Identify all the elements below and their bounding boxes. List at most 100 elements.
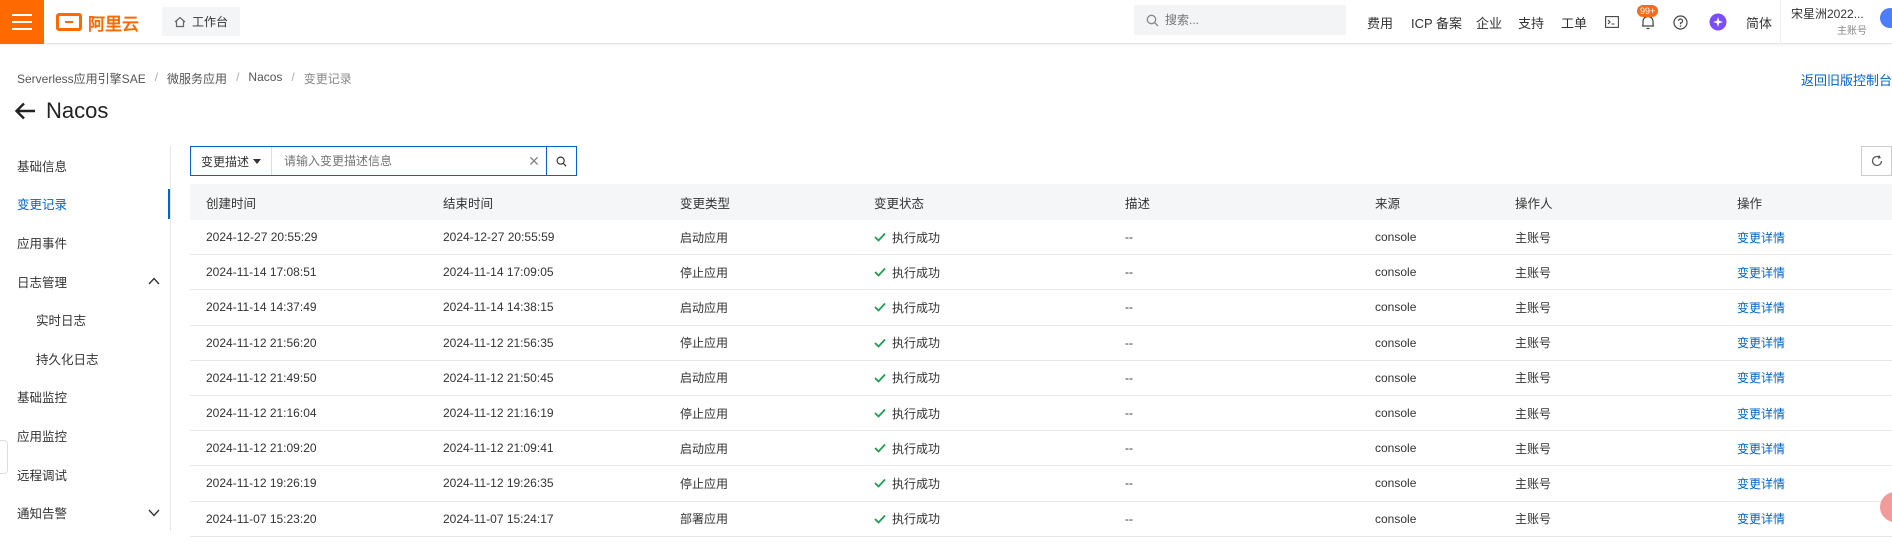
status-text: 执行成功 — [892, 512, 941, 527]
filter-field-select[interactable]: 变更描述 — [191, 147, 273, 175]
cell-source: console — [1359, 512, 1499, 526]
cell-operator-text: 主账号 — [1515, 512, 1552, 527]
cell-ended: 2024-11-14 17:09:05 — [427, 265, 664, 279]
cell-action[interactable]: 变更详情 — [1721, 369, 1892, 386]
cell-type: 停止应用 — [664, 405, 858, 422]
chevron-up-icon — [148, 277, 160, 285]
check-icon — [874, 303, 886, 313]
change-details-link[interactable]: 变更详情 — [1737, 477, 1785, 491]
change-details-link[interactable]: 变更详情 — [1737, 336, 1785, 350]
cell-status: 执行成功 — [858, 440, 1109, 457]
terminal-icon[interactable] — [1602, 12, 1622, 32]
cell-action[interactable]: 变更详情 — [1721, 299, 1892, 316]
cell-source-text: console — [1375, 511, 1417, 526]
sidebar-item-remote-debug[interactable]: 远程调试 — [0, 455, 170, 494]
sidebar-collapse-handle[interactable] — [0, 440, 8, 474]
cell-action[interactable]: 变更详情 — [1721, 440, 1892, 457]
cell-action[interactable]: 变更详情 — [1721, 475, 1892, 492]
user-account-menu[interactable]: 宋星洲2022... 主账号 — [1780, 0, 1892, 44]
sidebar-item-app-events[interactable]: 应用事件 — [0, 223, 170, 262]
nav-fees-label: 费用 — [1367, 15, 1394, 31]
sidebar-item-label: 持久化日志 — [36, 352, 99, 367]
cell-operator: 主账号 — [1499, 405, 1721, 422]
ai-assistant-icon[interactable] — [1708, 12, 1728, 32]
check-icon — [874, 373, 886, 383]
sidebar-item-realtime-log[interactable]: 实时日志 — [0, 300, 170, 339]
nav-fees[interactable]: 费用 — [1367, 0, 1393, 44]
cell-ended-text: 2024-11-14 14:38:15 — [443, 300, 554, 315]
caret-down-icon — [253, 158, 262, 164]
refresh-button[interactable] — [1861, 146, 1892, 176]
change-details-link[interactable]: 变更详情 — [1737, 512, 1785, 526]
sidebar-item-label: 通知告警 — [17, 507, 68, 522]
status-success: 执行成功 — [874, 299, 1109, 316]
sidebar-item-label: 变更记录 — [17, 198, 68, 213]
cell-description: -- — [1109, 265, 1359, 279]
sidebar-item-label: 基础信息 — [17, 159, 68, 174]
notification-badge: 99+ — [1637, 5, 1659, 17]
change-details-link[interactable]: 变更详情 — [1737, 442, 1785, 456]
sidebar-item-alerts[interactable]: 通知告警 — [0, 493, 170, 532]
breadcrumb-item-microservice[interactable]: 微服务应用 — [167, 70, 227, 87]
sidebar-item-log-management[interactable]: 日志管理 — [0, 262, 170, 301]
sidebar-item-basic-info[interactable]: 基础信息 — [0, 146, 170, 185]
status-success: 执行成功 — [874, 440, 1109, 457]
column-header-ended: 结束时间 — [443, 196, 494, 211]
cell-type: 启动应用 — [664, 440, 858, 457]
search-button[interactable] — [546, 147, 576, 175]
brand-name: 阿里云 — [88, 14, 139, 34]
cell-description-text: -- — [1125, 476, 1133, 491]
cell-source-text: console — [1375, 441, 1417, 456]
cell-description: -- — [1109, 300, 1359, 314]
clear-icon[interactable]: ✕ — [522, 153, 546, 170]
search-icon — [1146, 14, 1159, 26]
cell-action[interactable]: 变更详情 — [1721, 510, 1892, 527]
nav-icp[interactable]: ICP 备案 — [1411, 0, 1462, 44]
cell-action[interactable]: 变更详情 — [1721, 264, 1892, 281]
change-details-link[interactable]: 变更详情 — [1737, 266, 1785, 280]
global-search-input[interactable] — [1165, 13, 1325, 27]
status-text: 执行成功 — [892, 300, 941, 315]
table-body: 2024-12-27 20:55:29 2024-12-27 20:55:59 启动… — [190, 220, 1892, 537]
change-description-input[interactable] — [272, 154, 522, 168]
breadcrumb-separator: / — [154, 70, 159, 84]
cell-operator-text: 主账号 — [1515, 300, 1552, 315]
sidebar-item-change-records[interactable]: 变更记录 — [0, 185, 170, 224]
cell-source: console — [1359, 441, 1499, 455]
back-to-old-console-link[interactable]: 返回旧版控制台 — [1801, 70, 1892, 89]
cell-ended-text: 2024-11-07 15:24:17 — [443, 511, 554, 526]
sidebar-item-app-monitoring[interactable]: 应用监控 — [0, 416, 170, 455]
aliyun-logo[interactable]: 阿里云 — [56, 9, 139, 35]
cell-action[interactable]: 变更详情 — [1721, 405, 1892, 422]
back-arrow-icon[interactable] — [14, 102, 36, 120]
change-details-link[interactable]: 变更详情 — [1737, 407, 1785, 421]
sidebar-item-basic-monitoring[interactable]: 基础监控 — [0, 378, 170, 417]
change-details-link[interactable]: 变更详情 — [1737, 301, 1785, 315]
nav-ticket[interactable]: 工单 — [1561, 0, 1587, 44]
cell-created: 2024-11-12 21:49:50 — [190, 371, 427, 385]
cell-created-text: 2024-11-14 14:37:49 — [206, 300, 317, 315]
help-icon[interactable] — [1670, 12, 1690, 32]
nav-support[interactable]: 支持 — [1518, 0, 1544, 44]
cell-status: 执行成功 — [858, 264, 1109, 281]
nav-enterprise[interactable]: 企业 — [1476, 0, 1502, 44]
sidebar-item-persistent-log[interactable]: 持久化日志 — [0, 339, 170, 378]
breadcrumb-item-sae[interactable]: Serverless应用引擎SAE — [17, 70, 146, 87]
cell-action[interactable]: 变更详情 — [1721, 334, 1892, 351]
change-details-link[interactable]: 变更详情 — [1737, 371, 1785, 385]
cell-operator: 主账号 — [1499, 440, 1721, 457]
breadcrumb-item-nacos[interactable]: Nacos — [248, 70, 282, 87]
breadcrumb: Serverless应用引擎SAE / 微服务应用 / Nacos / 变更记录 — [17, 70, 352, 87]
language-switch[interactable]: 简体 — [1746, 0, 1772, 44]
change-details-link[interactable]: 变更详情 — [1737, 231, 1785, 245]
cell-action[interactable]: 变更详情 — [1721, 229, 1892, 246]
workbench-button[interactable]: 工作台 — [162, 7, 241, 36]
cell-type-text: 启动应用 — [680, 230, 729, 245]
cell-operator: 主账号 — [1499, 475, 1721, 492]
menu-icon[interactable] — [0, 0, 44, 44]
table-row: 2024-11-07 15:23:20 2024-11-07 15:24:17 部署… — [190, 502, 1892, 537]
table-row: 2024-11-12 21:56:20 2024-11-12 21:56:35 停止… — [190, 326, 1892, 361]
cell-source-text: console — [1375, 476, 1417, 491]
global-search[interactable] — [1134, 5, 1346, 35]
check-icon — [874, 479, 886, 489]
